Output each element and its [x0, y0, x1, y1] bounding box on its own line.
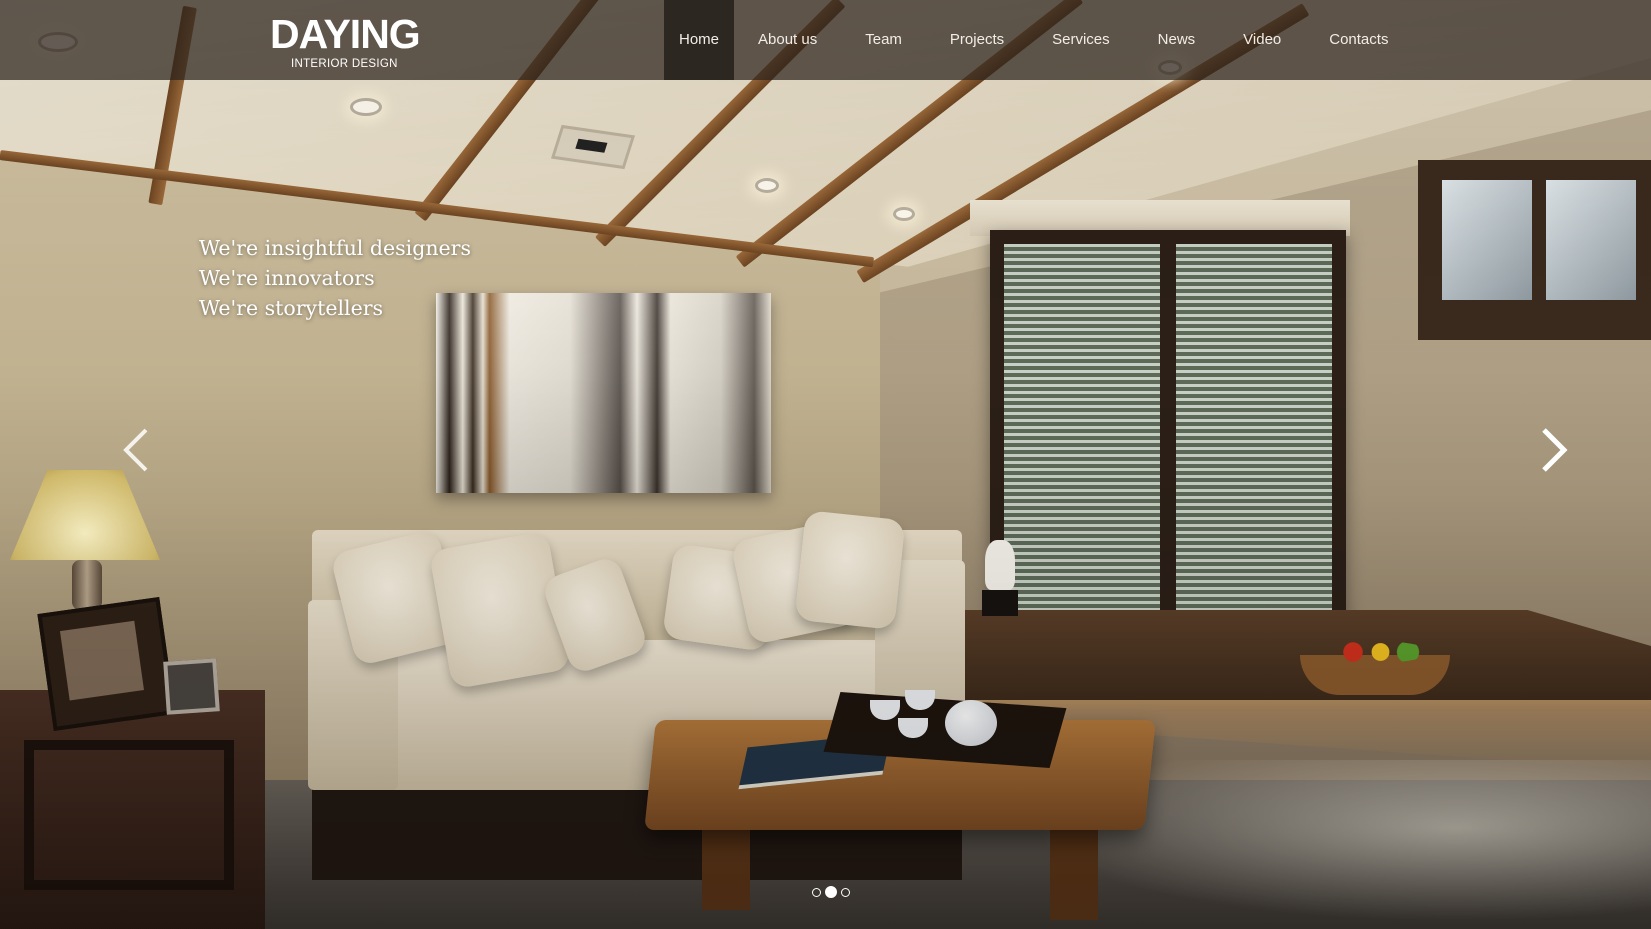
- nav-item-contacts: Contacts: [1305, 0, 1412, 80]
- nav-link-news[interactable]: News: [1134, 0, 1220, 80]
- top-navbar: DAYING INTERIOR DESIGN Home About us Tea…: [0, 0, 1651, 80]
- fruit-bowl: [1300, 641, 1450, 695]
- nav-item-services: Services: [1028, 0, 1134, 80]
- main-menu: Home About us Team Projects Services New…: [664, 0, 1412, 80]
- nav-link-contacts[interactable]: Contacts: [1305, 0, 1412, 80]
- teapot: [945, 700, 997, 746]
- slider-dot[interactable]: [812, 887, 821, 897]
- nav-item-news: News: [1134, 0, 1220, 80]
- chevron-left-icon: [123, 428, 148, 472]
- ceiling-light: [755, 178, 779, 193]
- nav-link-about[interactable]: About us: [734, 0, 841, 80]
- pillow: [794, 510, 906, 630]
- lamp-base: [72, 560, 102, 610]
- slider-prev-button[interactable]: [120, 420, 160, 480]
- chevron-right-icon: [1542, 428, 1568, 472]
- caption-line: We're innovators: [199, 266, 375, 290]
- slider-next-button[interactable]: [1536, 420, 1576, 480]
- nav-link-video[interactable]: Video: [1219, 0, 1305, 80]
- nav-link-projects[interactable]: Projects: [926, 0, 1028, 80]
- nav-item-team: Team: [841, 0, 926, 80]
- brand-tagline: INTERIOR DESIGN: [291, 58, 398, 70]
- high-window: [1418, 160, 1651, 340]
- caption-line: We're insightful designers: [199, 236, 471, 260]
- slider-dot-active[interactable]: [825, 886, 837, 898]
- statue: [985, 540, 1015, 590]
- nav-item-home: Home: [664, 0, 735, 80]
- nav-item-about: About us: [734, 0, 841, 80]
- nav-item-video: Video: [1219, 0, 1305, 80]
- nav-link-team[interactable]: Team: [841, 0, 926, 80]
- ceiling-light: [893, 207, 915, 221]
- ceiling-light: [350, 98, 382, 116]
- slider-dot[interactable]: [841, 887, 850, 897]
- photo-frame: [37, 597, 176, 731]
- side-table: [0, 690, 265, 929]
- slider-pagination: [812, 886, 850, 898]
- brand-logo[interactable]: DAYING INTERIOR DESIGN: [270, 12, 430, 72]
- nav-link-home[interactable]: Home: [664, 0, 735, 80]
- window-blinds: [990, 230, 1346, 630]
- caption-line: We're storytellers: [199, 296, 384, 320]
- hero-slide-image: [0, 0, 1651, 929]
- nav-link-services[interactable]: Services: [1028, 0, 1134, 80]
- statue-base: [982, 590, 1018, 616]
- brand-name: DAYING: [270, 11, 421, 57]
- nav-item-projects: Projects: [926, 0, 1028, 80]
- slide-caption: We're insightful designers We're innovat…: [199, 233, 471, 323]
- photo-frame-small: [163, 658, 220, 715]
- wall-painting: [436, 293, 771, 493]
